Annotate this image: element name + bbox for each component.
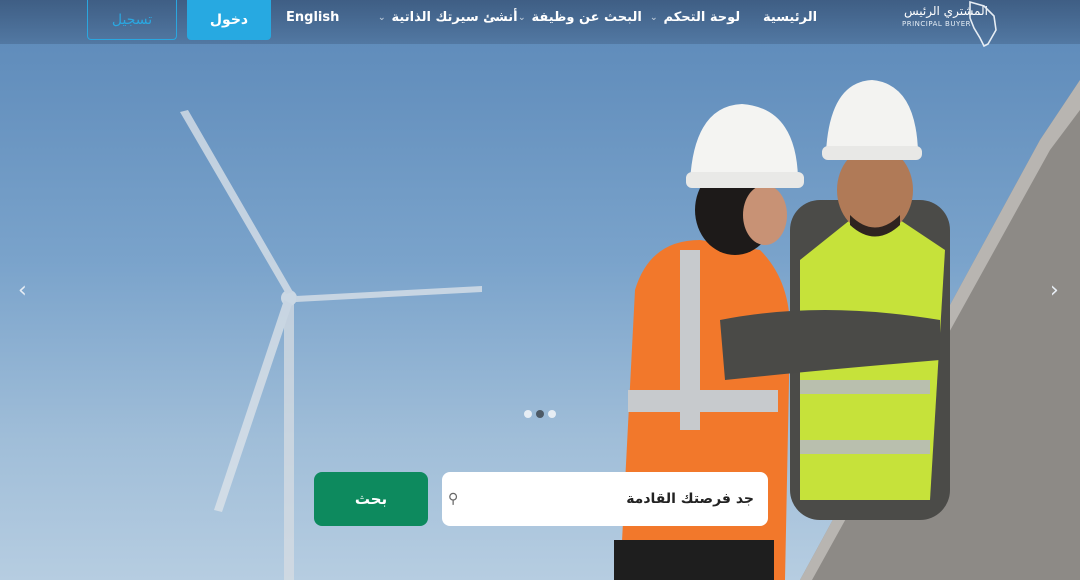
carousel-dots <box>524 410 556 418</box>
chevron-right-icon[interactable]: › <box>1050 278 1059 303</box>
logo[interactable]: المشتري الرئيس PRINCIPAL BUYER <box>900 0 1000 48</box>
chevron-down-icon: ⌄ <box>650 12 658 23</box>
search-input[interactable] <box>458 472 754 526</box>
language-switch[interactable]: English <box>286 10 339 25</box>
chevron-down-icon: ⌄ <box>378 12 386 23</box>
menu-create-cv[interactable]: أنشئ سيرتك الذاتية ⌄ <box>378 10 518 25</box>
carousel-dot[interactable] <box>548 410 556 418</box>
search-box: ⚲ <box>442 472 768 526</box>
register-button[interactable]: تسجيل <box>87 0 177 40</box>
search-button[interactable]: بحث <box>314 472 428 526</box>
chevron-down-icon: ⌄ <box>518 12 526 23</box>
logo-text-english: PRINCIPAL BUYER <box>902 20 972 28</box>
worker-man <box>790 80 950 520</box>
login-button[interactable]: دخول <box>187 0 271 40</box>
menu-job-search[interactable]: البحث عن وظيفة ⌄ <box>518 10 642 25</box>
chevron-left-icon[interactable]: ‹ <box>18 278 27 303</box>
menu-home[interactable]: الرئيسية <box>763 10 817 25</box>
carousel-dot[interactable] <box>524 410 532 418</box>
menu-dashboard[interactable]: لوحة التحكم ⌄ <box>650 10 740 25</box>
map-emblem-icon <box>969 0 997 48</box>
menu-label-home: الرئيسية <box>763 10 818 25</box>
carousel-dot-active[interactable] <box>536 410 544 418</box>
menu-label-job-search: البحث عن وظيفة <box>531 10 642 25</box>
menu-label-dashboard: لوحة التحكم <box>663 10 741 25</box>
search-icon: ⚲ <box>448 491 459 507</box>
menu-label-create-cv: أنشئ سيرتك الذاتية <box>391 10 518 25</box>
top-navbar: تسجيل دخول English أنشئ سيرتك الذاتية ⌄ … <box>0 0 1080 48</box>
